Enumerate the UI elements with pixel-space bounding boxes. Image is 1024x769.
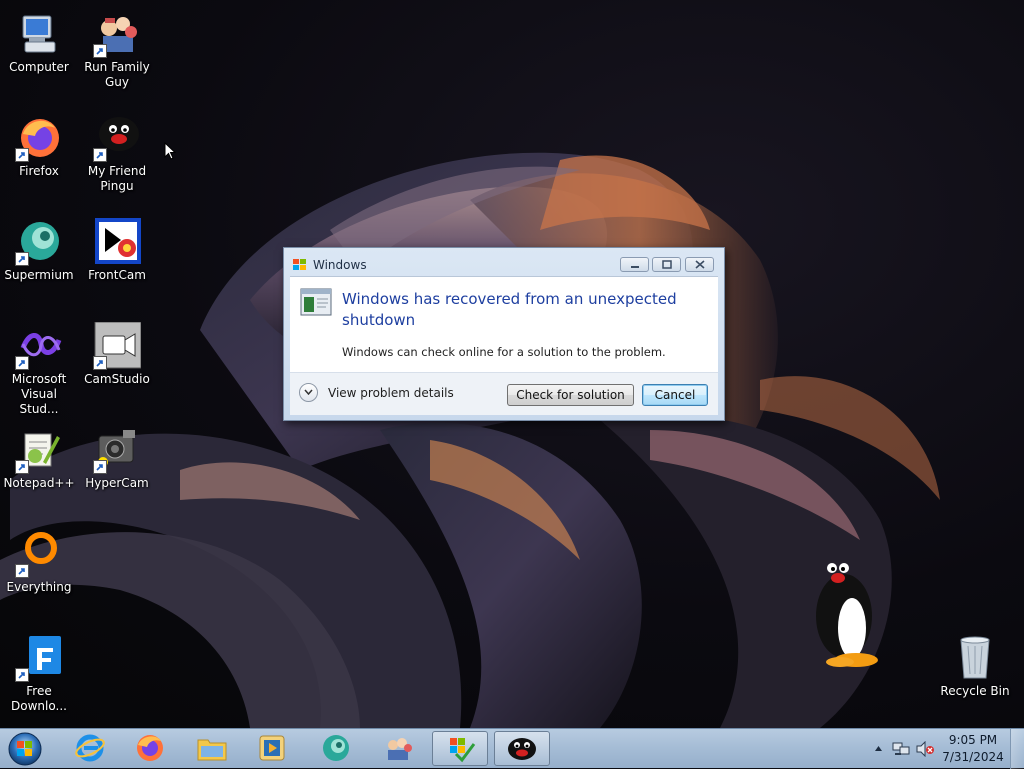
taskbar-supermium[interactable] [308,731,364,766]
notepad-plus-plus-icon [15,426,63,474]
shortcut-arrow-icon [93,356,107,370]
taskbar-pingu[interactable] [494,731,550,766]
desktop-icon-label: FrontCam [88,268,146,282]
desktop-icon-label: Computer [9,60,69,74]
shortcut-arrow-icon [15,148,29,162]
desktop-icon-hypercam[interactable]: HyperCam [78,426,156,491]
file-explorer-icon [197,739,227,761]
shortcut-arrow-icon [15,252,29,266]
chevron-down-icon [304,389,313,395]
clock-time[interactable]: 9:05 PM [942,733,1004,747]
everything-icon [15,530,63,578]
recovery-dialog[interactable]: Windows Windows has recovered from an un… [283,247,725,421]
desktop-icon-label: HyperCam [85,476,149,490]
close-button[interactable] [685,257,714,272]
desktop-icon-label: Recycle Bin [940,684,1010,698]
taskbar-family-guy[interactable] [370,731,426,766]
desktop-icon-camstudio[interactable]: CamStudio [78,322,156,387]
taskbar-file-explorer[interactable] [184,731,240,766]
start-button[interactable] [5,730,45,768]
free-download-manager-icon [15,634,63,682]
family-guy-icon [388,738,412,760]
mouse-cursor-icon [164,142,177,160]
computer-icon [15,10,63,58]
maximize-button[interactable] [652,257,681,272]
dialog-titlebar[interactable]: Windows [284,248,724,276]
maximize-icon [661,260,672,269]
view-problem-details-link[interactable]: View problem details [328,386,454,400]
frontcam-icon [93,218,141,266]
family-guy-icon [93,10,141,58]
minimize-icon [630,266,639,268]
camstudio-icon [93,322,141,370]
taskbar-internet-explorer[interactable] [62,731,118,766]
desktop-icon-free-download-manager[interactable]: Free Downlo... [0,634,78,714]
desktop-icon-supermium[interactable]: Supermium [0,218,78,283]
desktop[interactable]: Computer Firefox Supermium Microsoft Vis… [0,0,1024,728]
clock-date[interactable]: 7/31/2024 [942,750,1004,764]
visual-studio-icon [15,322,63,370]
minimize-button[interactable] [620,257,649,272]
cancel-button[interactable]: Cancel [642,384,708,406]
dialog-footer: View problem details Check for solution … [290,372,718,415]
system-tray: 9:05 PM 7/31/2024 [864,729,1024,769]
desktop-icon-my-friend-pingu[interactable]: My Friend Pingu [78,114,156,194]
shortcut-arrow-icon [15,564,29,578]
shortcut-arrow-icon [93,148,107,162]
hypercam-icon [93,426,141,474]
taskbar[interactable]: 9:05 PM 7/31/2024 [0,728,1024,769]
taskbar-firefox[interactable] [122,731,178,766]
shortcut-arrow-icon [93,44,107,58]
supermium-icon [323,735,349,761]
show-hidden-icons-arrow-icon[interactable] [874,744,883,753]
taskbar-media-player[interactable] [244,731,300,766]
firefox-icon [137,735,163,761]
desktop-icon-label: Everything [6,580,72,594]
check-for-solution-button[interactable]: Check for solution [507,384,634,406]
desktop-icon-label: Supermium [4,268,74,282]
shortcut-arrow-icon [93,460,107,474]
desktop-icon-run-family-guy[interactable]: Run Family Guy [78,10,156,90]
network-icon[interactable] [892,741,910,757]
desktop-icon-notepad-plus-plus[interactable]: Notepad++ [0,426,78,491]
volume-muted-icon[interactable] [916,741,934,757]
desktop-icon-label: My Friend Pingu [87,164,147,193]
taskbar-windows-error-dialog[interactable] [432,731,488,766]
desktop-icon-visual-studio[interactable]: Microsoft Visual Stud... [0,322,78,417]
internet-explorer-icon [75,734,105,762]
desktop-icon-label: Free Downlo... [11,684,67,713]
shortcut-arrow-icon [15,356,29,370]
desktop-icon-frontcam[interactable]: FrontCam [78,218,156,283]
dialog-content: Windows has recovered from an unexpected… [290,276,718,373]
window-recovery-icon [300,288,332,316]
desktop-icon-label: Run Family Guy [84,60,150,89]
pingu-desktop-character[interactable] [806,548,882,674]
pingu-icon [93,114,141,162]
firefox-icon [15,114,63,162]
desktop-icon-label: CamStudio [84,372,150,386]
desktop-icon-label: Microsoft Visual Stud... [11,372,67,416]
desktop-icon-firefox[interactable]: Firefox [0,114,78,179]
shortcut-arrow-icon [15,668,29,682]
shortcut-arrow-icon [15,460,29,474]
desktop-icon-label: Notepad++ [3,476,75,490]
pingu-icon [508,738,536,760]
desktop-icon-everything[interactable]: Everything [0,530,78,595]
windows-flag-icon [293,259,306,270]
dialog-title: Windows [313,258,367,272]
close-icon [694,260,705,269]
desktop-icon-recycle-bin[interactable]: Recycle Bin [936,634,1014,699]
desktop-icon-label: Firefox [19,164,59,178]
show-desktop-button[interactable] [1010,729,1024,769]
view-details-expander[interactable] [299,383,318,402]
dialog-headline: Windows has recovered from an unexpected… [342,290,677,329]
media-player-icon [259,735,285,761]
desktop-icon-computer[interactable]: Computer [0,10,78,75]
windows-error-dialog-icon [450,738,476,763]
dialog-subtext: Windows can check online for a solution … [342,345,666,359]
supermium-icon [15,218,63,266]
recycle-bin-icon [951,634,999,682]
